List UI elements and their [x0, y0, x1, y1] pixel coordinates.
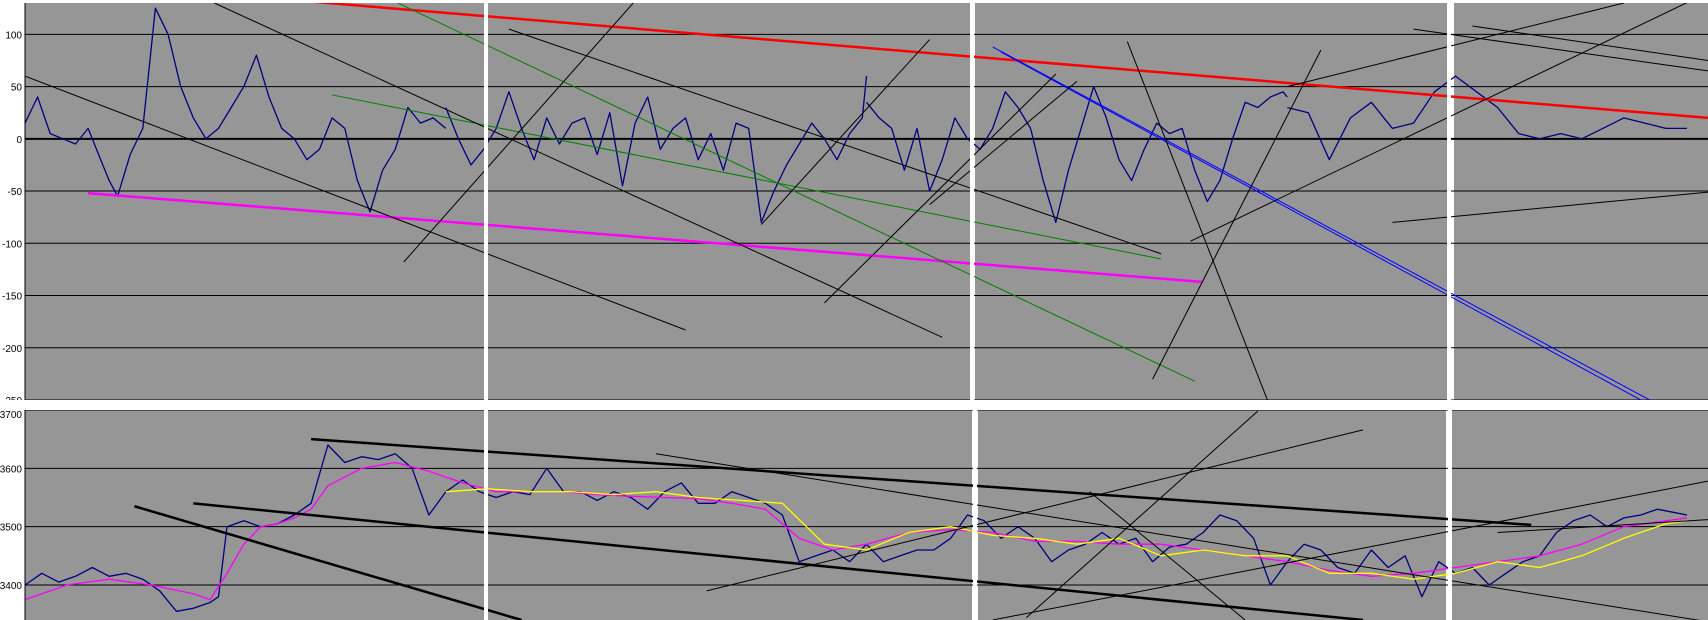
y-tick-label: 3600	[0, 464, 22, 475]
plot-panel-4	[1454, 3, 1708, 400]
y-tick-label: -50	[8, 187, 23, 198]
y-tick-label: -150	[2, 292, 22, 303]
y-tick-label: 3400	[0, 581, 22, 592]
y-tick-label: 100	[5, 30, 22, 41]
y-tick-label: -100	[2, 239, 22, 250]
chart-gap	[0, 400, 1708, 410]
y-tick-label: 0	[16, 135, 22, 146]
y-tick-label: -200	[2, 344, 22, 355]
plot-panel-2	[488, 3, 970, 400]
separator-2	[970, 3, 974, 400]
plot-panel-1	[25, 3, 484, 400]
plot-panel-2	[488, 410, 972, 620]
plot-panel-4	[1451, 410, 1708, 620]
y-tick-label: 3500	[0, 523, 22, 534]
y-tick-label: 3700	[0, 410, 22, 421]
separator-5	[973, 410, 977, 620]
y-tick-label: 50	[11, 83, 23, 94]
chart-canvas: 100500-50-100-150-200-250 37003600350034…	[0, 0, 1708, 620]
separator-4	[484, 410, 488, 620]
separator-1	[484, 3, 488, 400]
separator-6	[1448, 410, 1452, 620]
separator-3	[1447, 3, 1451, 400]
